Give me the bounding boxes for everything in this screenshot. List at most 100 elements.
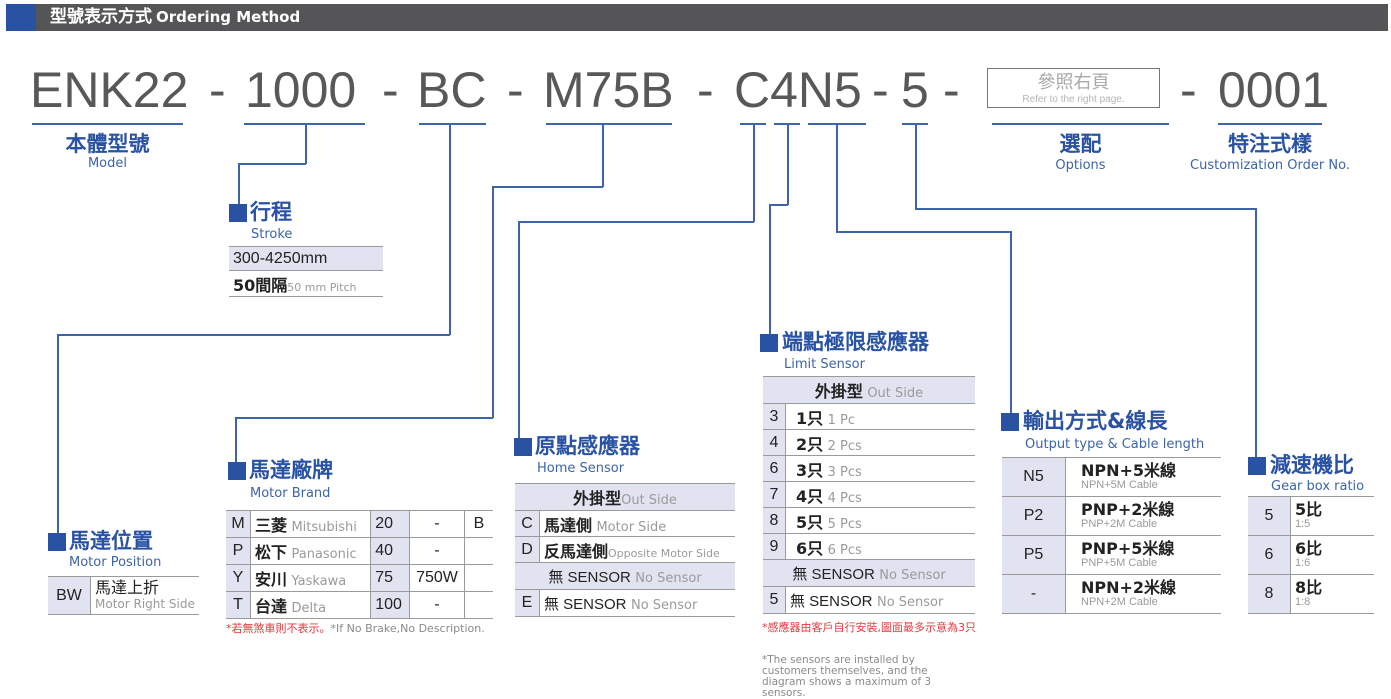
desc-zh: 馬達側 (544, 515, 593, 535)
desc-en: PNP+5M Cable (1081, 557, 1158, 569)
header-zh: 外掛型 (573, 489, 622, 508)
code-stroke: 1000 (245, 62, 357, 118)
pitch-en: 50 mm Pitch (287, 280, 357, 294)
underline-custom (1218, 123, 1322, 125)
desc-zh: 8比 (1295, 578, 1323, 597)
cell-code: C (515, 510, 540, 537)
code-brand: M75B (543, 62, 674, 118)
code-position: BC (417, 62, 487, 118)
cell-brake (464, 591, 493, 619)
options-box-zh: 參照右頁 (1037, 72, 1110, 93)
brand-en: Delta (291, 601, 327, 616)
stroke-pitch: 50間隔50 mm Pitch (229, 270, 383, 297)
note-zh: *若無煞車則不表示。 (226, 622, 331, 635)
header-en: Out Side (867, 386, 924, 401)
connector (305, 123, 307, 164)
desc-en: Motor Side (596, 519, 667, 535)
home-sensor-title: 原點感應器 (535, 434, 640, 458)
desc-zh: 6只 (796, 538, 824, 558)
code-sep: - (872, 62, 889, 118)
table-row: C 馬達側 Motor Side (515, 510, 735, 537)
none-zh: 無 SENSOR (792, 565, 875, 583)
options-box: 參照右頁 Refer to the right page. (987, 68, 1160, 108)
options-label: 選配 (1059, 132, 1102, 156)
cell-power: 75 (370, 564, 410, 592)
desc-en: 4 Pcs (827, 490, 862, 506)
table-row: T 台達 Delta 100 - (226, 591, 493, 619)
desc-zh: 3只 (796, 460, 824, 480)
connector (235, 417, 493, 419)
motor-brand-table: M 三菱 Mitsubishi 20 - B P 松下 Panasonic 40… (226, 510, 493, 619)
page-title: 型號表示方式 Ordering Method (50, 5, 300, 30)
desc-en: No Sensor (630, 597, 698, 613)
cell-code: 8 (1248, 574, 1291, 614)
connector (753, 123, 755, 222)
table-row: Y 安川 Yaskawa 75 750W (226, 564, 493, 592)
none-en: No Sensor (879, 567, 946, 583)
desc-zh: PNP+5米線 (1081, 539, 1175, 558)
brand-zh: 松下 (255, 543, 288, 562)
brake-note: *若無煞車則不表示。*If No Brake,No Description. (226, 620, 485, 636)
home-sensor-table: 外掛型Out Side C 馬達側 Motor Side D 反馬達側Opposit… (515, 483, 735, 617)
cell-desc: 馬達上折 Motor Right Side (90, 576, 199, 615)
table-row: 9 6只 6 Pcs (763, 533, 975, 560)
table-row: - NPN+2米線 NPN+2M Cable (1002, 574, 1221, 614)
cell-code: 8 (763, 507, 786, 534)
options-box-en: Refer to the right page. (1022, 94, 1125, 105)
underline-options (992, 123, 1169, 125)
desc-en: Opposite Motor Side (608, 546, 720, 560)
cell-code: P (226, 537, 251, 565)
header-zh: 外掛型 (814, 382, 863, 401)
code-sep: - (1180, 62, 1197, 118)
desc-zh: 馬達上折 (95, 577, 160, 597)
connector (1255, 208, 1257, 458)
brand-zh: 安川 (255, 570, 288, 589)
connector (449, 123, 451, 335)
table-row: 3 1只 1 Pc (763, 403, 975, 430)
sensor-note-en: *The sensors are installed by customers … (762, 654, 932, 699)
connector (57, 334, 59, 540)
connector (915, 208, 1256, 210)
desc-zh: 5只 (796, 512, 824, 532)
cell-code: E (515, 589, 540, 617)
desc-zh: PNP+2米線 (1081, 500, 1175, 519)
table-row: 7 4只 4 Pcs (763, 481, 975, 508)
table-row: P5 PNP+5米線 PNP+5M Cable (1002, 535, 1221, 575)
connector (787, 123, 789, 205)
code-sep: - (697, 62, 714, 118)
output-table: N5 NPN+5米線 NPN+5M Cable P2 PNP+2米線 PNP+2M Ca… (1002, 457, 1221, 614)
brand-zh: 三菱 (255, 516, 288, 535)
limit-none-header: 無 SENSOR No Sensor (763, 559, 975, 587)
desc-en: No Sensor (876, 594, 944, 610)
output-title: 輸出方式&線長 (1023, 409, 1168, 433)
stroke-title: 行程 (250, 200, 292, 224)
output-subtitle: Output type & Cable length (1025, 437, 1205, 452)
home-header: 外掛型Out Side (515, 483, 735, 511)
stroke-table: 300-4250mm 50間隔50 mm Pitch (229, 246, 383, 297)
connector (602, 123, 604, 187)
code-ratio: 5 (901, 62, 929, 118)
none-en: No Sensor (635, 570, 702, 586)
desc-en: 1:5 (1295, 518, 1311, 530)
table-row: 4 2只 2 Pcs (763, 429, 975, 456)
desc-en: NPN+5M Cable (1081, 479, 1158, 491)
desc-zh: 6比 (1295, 539, 1323, 558)
brand-en: Yaskawa (291, 574, 347, 589)
connector (1010, 231, 1012, 415)
gear-ratio-subtitle: Gear box ratio (1271, 479, 1365, 494)
underline-model (32, 123, 183, 125)
motor-brand-title: 馬達廠牌 (249, 458, 333, 482)
cell-code: 3 (763, 403, 786, 430)
table-row: 6 3只 3 Pcs (763, 455, 975, 482)
motor-brand-subtitle: Motor Brand (250, 486, 331, 501)
connector (57, 334, 450, 336)
motor-position-title: 馬達位置 (69, 529, 153, 553)
code-model: ENK22 (30, 62, 189, 118)
connector (235, 417, 237, 465)
brand-en: Mitsubishi (291, 520, 357, 535)
desc-zh: NPN+2米線 (1081, 578, 1177, 597)
stroke-subtitle: Stroke (251, 227, 293, 242)
desc-en: 1:8 (1295, 596, 1311, 608)
connector (238, 163, 306, 165)
cell-code: P5 (1002, 535, 1066, 575)
